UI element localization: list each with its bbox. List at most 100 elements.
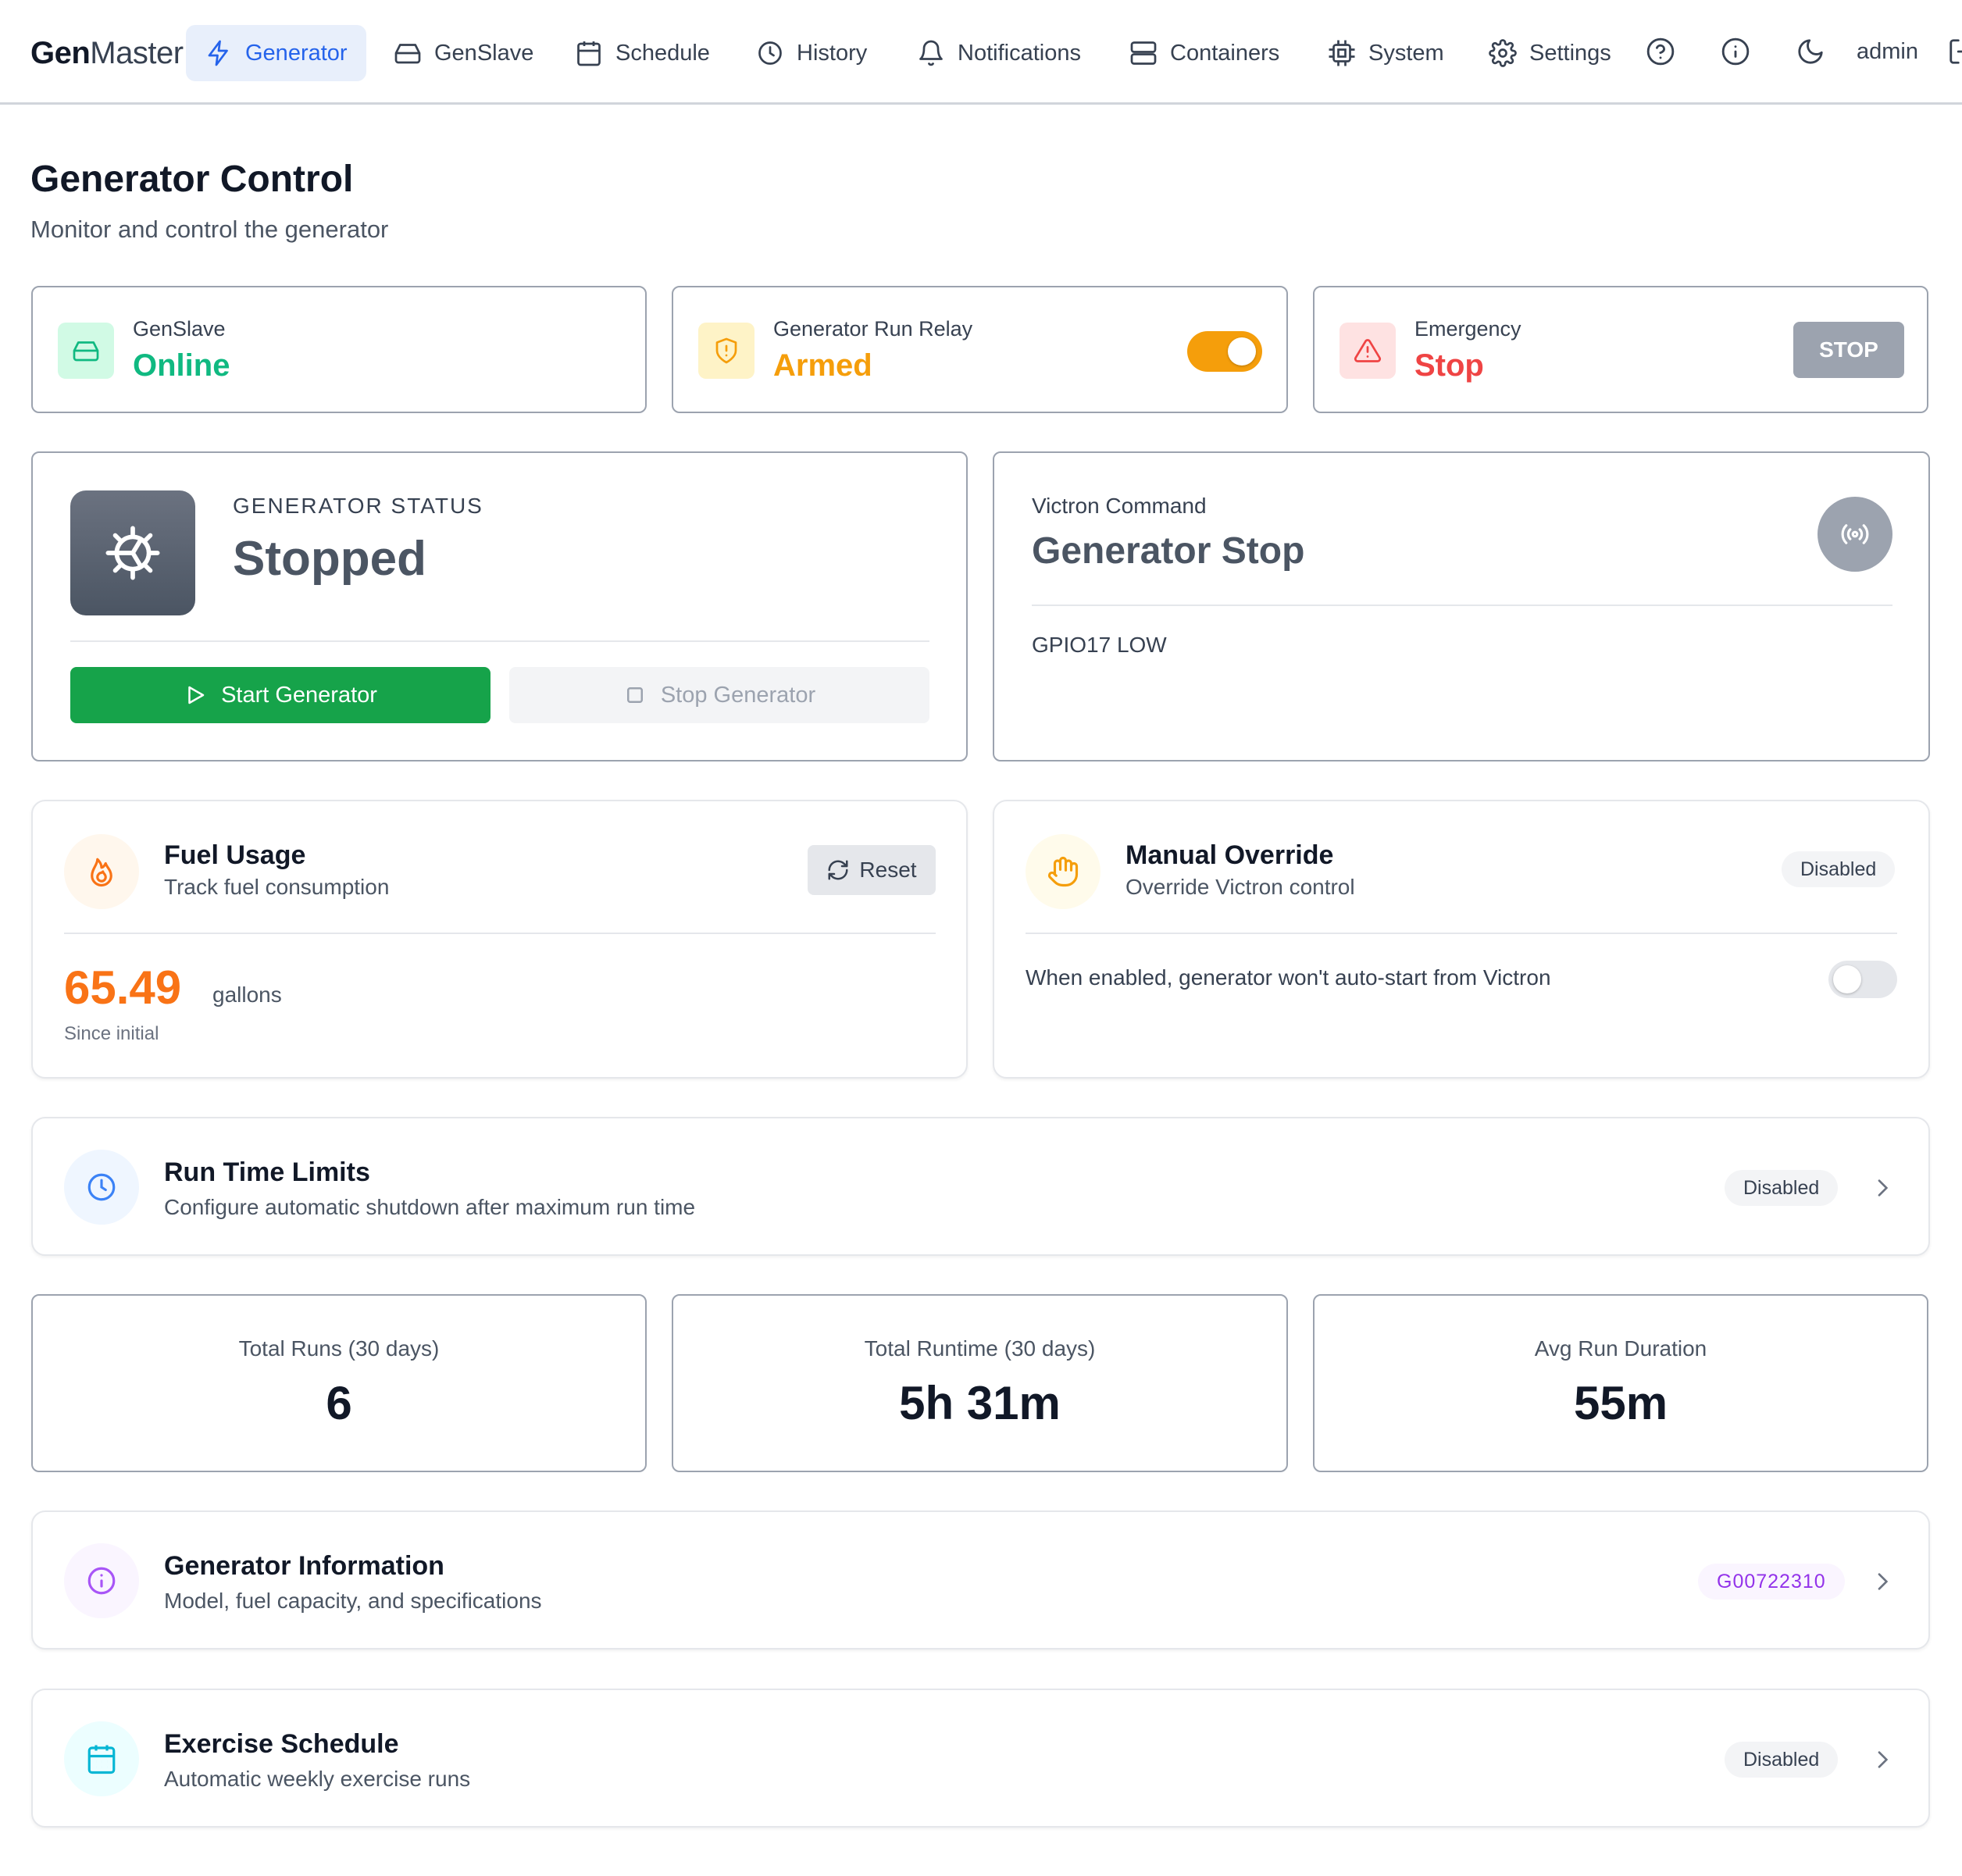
divider — [64, 933, 936, 934]
relay-value: Armed — [773, 348, 872, 383]
nav-label: Containers — [1170, 40, 1280, 66]
nav-item-settings[interactable]: Settings — [1470, 25, 1630, 81]
nav-label: History — [797, 40, 868, 66]
run-time-limits-row[interactable]: Run Time Limits Configure automatic shut… — [31, 1117, 1930, 1256]
page-subtitle: Monitor and control the generator — [30, 216, 389, 243]
emergency-stop-button[interactable]: STOP — [1793, 322, 1904, 378]
flame-icon — [64, 834, 139, 909]
run-time-limits-subtitle: Configure automatic shutdown after maxim… — [164, 1195, 696, 1219]
nav-item-schedule[interactable]: Schedule — [556, 25, 729, 81]
hand-icon — [1026, 834, 1101, 909]
nav-label: GenSlave — [434, 40, 534, 66]
toggle-knob — [1228, 337, 1256, 366]
fuel-title: Fuel Usage — [164, 840, 306, 870]
nav-item-generator[interactable]: Generator — [186, 25, 366, 81]
exercise-status-badge: Disabled — [1725, 1742, 1839, 1778]
radio-signal-icon — [1818, 497, 1892, 572]
exercise-subtitle: Automatic weekly exercise runs — [164, 1767, 471, 1791]
hard-drive-icon — [58, 323, 114, 379]
cpu-icon — [1329, 40, 1355, 66]
server-icon — [1130, 41, 1157, 65]
emergency-stop-card: Emergency Stop STOP — [1313, 286, 1928, 413]
fuel-subtitle: Track fuel consumption — [164, 875, 390, 899]
play-icon — [188, 686, 205, 704]
divider — [1032, 605, 1892, 606]
fuel-usage-card: Fuel Usage Track fuel consumption Reset … — [31, 800, 968, 1079]
nav-label: Settings — [1529, 40, 1611, 66]
manual-override-card: Manual Override Override Victron control… — [993, 800, 1930, 1079]
metric-label: Total Runtime (30 days) — [864, 1336, 1096, 1361]
nav-label: Schedule — [615, 40, 710, 66]
reset-label: Reset — [859, 858, 917, 882]
generator-status-value: Stopped — [233, 532, 426, 586]
fuel-unit: gallons — [212, 983, 282, 1007]
nav-item-history[interactable]: History — [737, 25, 886, 81]
shield-icon — [698, 323, 754, 379]
metric-total-runs: Total Runs (30 days) 6 — [31, 1294, 647, 1472]
top-nav: GenMaster Generator GenSlave Schedule Hi… — [0, 0, 1962, 105]
metric-total-runtime: Total Runtime (30 days) 5h 31m — [672, 1294, 1288, 1472]
refresh-icon — [828, 860, 848, 880]
generator-id-badge: G00722310 — [1698, 1564, 1845, 1600]
generator-status-label: GENERATOR STATUS — [233, 494, 483, 518]
clock-icon — [758, 41, 782, 65]
override-title: Manual Override — [1125, 840, 1334, 870]
metric-value: 55m — [1573, 1377, 1668, 1429]
start-generator-button[interactable]: Start Generator — [70, 667, 490, 723]
divider — [70, 640, 929, 642]
start-generator-label: Start Generator — [221, 682, 377, 708]
run-time-limits-badge: Disabled — [1725, 1170, 1839, 1206]
page-title: Generator Control — [30, 159, 354, 200]
calendar-icon — [577, 41, 601, 66]
bolt-icon — [208, 40, 228, 66]
generator-information-row[interactable]: Generator Information Model, fuel capaci… — [31, 1510, 1930, 1650]
nav-item-system[interactable]: System — [1309, 25, 1463, 81]
override-status-badge: Disabled — [1782, 851, 1896, 887]
fuel-reset-button[interactable]: Reset — [808, 845, 936, 895]
metric-avg-run-duration: Avg Run Duration 55m — [1313, 1294, 1928, 1472]
metric-label: Avg Run Duration — [1534, 1336, 1707, 1361]
victron-value: Generator Stop — [1032, 530, 1305, 572]
override-description: When enabled, generator won't auto-start… — [1026, 965, 1551, 990]
metric-value: 6 — [326, 1377, 352, 1429]
exercise-schedule-row[interactable]: Exercise Schedule Automatic weekly exerc… — [31, 1689, 1930, 1828]
victron-label: Victron Command — [1032, 494, 1207, 518]
stop-generator-label: Stop Generator — [660, 682, 816, 708]
nav-item-genslave[interactable]: GenSlave — [375, 25, 552, 81]
logout-icon[interactable] — [1945, 34, 1962, 69]
relay-status-card: Generator Run Relay Armed — [672, 286, 1288, 413]
metric-value: 5h 31m — [899, 1377, 1061, 1429]
override-subtitle: Override Victron control — [1125, 875, 1355, 899]
gear-icon — [1489, 39, 1517, 67]
bell-icon — [919, 40, 943, 66]
generator-info-subtitle: Model, fuel capacity, and specifications — [164, 1589, 542, 1613]
info-icon[interactable] — [1718, 34, 1753, 69]
nav-label: Notifications — [958, 40, 1081, 66]
genslave-label: GenSlave — [133, 317, 226, 341]
hard-drive-icon — [394, 44, 421, 64]
relay-toggle[interactable] — [1187, 331, 1262, 372]
run-time-limits-title: Run Time Limits — [164, 1157, 370, 1187]
logo-bold: Gen — [30, 36, 91, 70]
chevron-right-icon — [1878, 1179, 1889, 1197]
chevron-right-icon — [1878, 1573, 1889, 1590]
clock-icon — [64, 1150, 139, 1225]
genslave-value: Online — [133, 348, 230, 383]
generator-gear-icon — [70, 490, 195, 615]
stop-generator-button[interactable]: Stop Generator — [509, 667, 929, 723]
help-icon[interactable] — [1643, 34, 1678, 69]
moon-icon[interactable] — [1793, 34, 1828, 69]
user-name[interactable]: admin — [1857, 34, 1918, 69]
emergency-value: Stop — [1414, 348, 1484, 383]
generator-info-title: Generator Information — [164, 1551, 444, 1581]
nav-item-containers[interactable]: Containers — [1111, 25, 1298, 81]
override-toggle[interactable] — [1828, 961, 1897, 998]
fuel-value: 65.49 — [64, 961, 182, 1014]
app-logo[interactable]: GenMaster — [30, 33, 184, 73]
logo-light: Master — [90, 36, 184, 70]
fuel-note: Since initial — [64, 1023, 159, 1044]
generator-status-card: GENERATOR STATUS Stopped Start Generator… — [31, 451, 968, 761]
victron-command-card: Victron Command Generator Stop GPIO17 LO… — [993, 451, 1930, 761]
emergency-label: Emergency — [1414, 317, 1521, 341]
nav-item-notifications[interactable]: Notifications — [898, 25, 1100, 81]
